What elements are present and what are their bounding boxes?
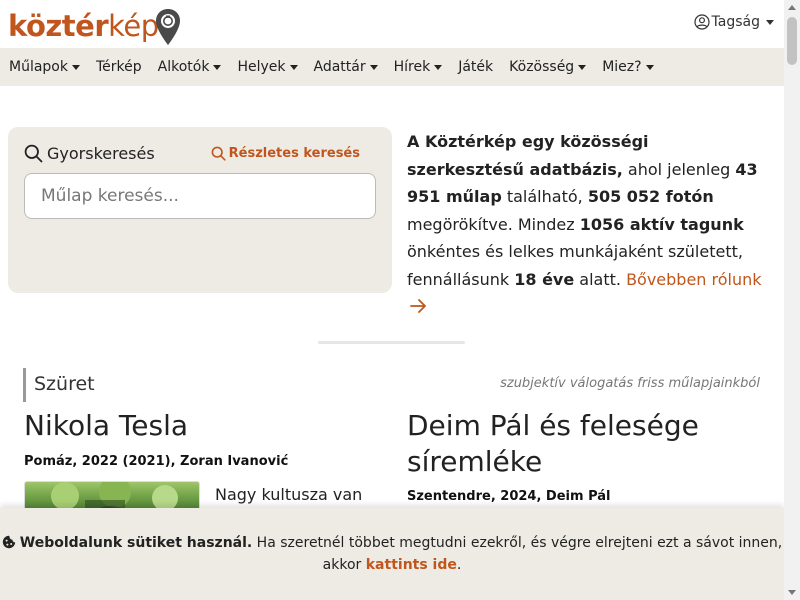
- section-note: szubjektív válogatás friss műlapjainkból: [500, 376, 760, 391]
- chevron-down-icon: [289, 64, 298, 70]
- nav-item-játék[interactable]: Játék: [450, 59, 501, 75]
- years-count: 18 éve: [514, 269, 575, 289]
- card-meta: Pomáz, 2022 (2021), Zoran Ivanović: [24, 454, 289, 469]
- scrollbar-thumb[interactable]: [787, 17, 797, 65]
- logo-text-light: kép: [108, 9, 159, 43]
- search-icon: [24, 144, 43, 163]
- site-logo[interactable]: köztérkép: [8, 8, 159, 44]
- logo-text-bold: köztér: [8, 9, 109, 43]
- nav-item-label: Helyek: [237, 59, 286, 75]
- chevron-down-icon: [645, 64, 654, 70]
- nav-item-helyek[interactable]: Helyek: [229, 59, 305, 75]
- nav-item-miez-[interactable]: Miez?: [594, 59, 661, 75]
- chevron-down-icon: [434, 64, 443, 70]
- chevron-down-icon: [766, 19, 774, 25]
- nav-item-label: Adattár: [313, 59, 366, 75]
- advanced-search-label: Részletes keresés: [228, 146, 360, 161]
- chevron-down-icon: [578, 64, 587, 70]
- cookie-banner: Weboldalunk sütiket használ. Ha szeretné…: [0, 508, 784, 600]
- account-menu[interactable]: Tagság: [693, 14, 774, 30]
- search-input[interactable]: [24, 173, 376, 219]
- intro-text: megörökítve. Mindez: [407, 214, 580, 234]
- cookie-icon: [2, 535, 15, 549]
- user-circle-icon: [693, 14, 710, 30]
- chevron-down-icon: [213, 64, 222, 70]
- arrow-right-icon: [410, 299, 426, 313]
- main-nav: Műlapok Térkép Alkotók Helyek Adattár Hírek Já…: [0, 48, 784, 86]
- scrollbar[interactable]: [784, 0, 800, 600]
- scroll-up-icon[interactable]: [788, 5, 796, 10]
- nav-item-térkép[interactable]: Térkép: [88, 59, 150, 75]
- intro-text: található,: [501, 187, 588, 206]
- section-title: Szüret: [34, 373, 95, 395]
- nav-item-label: Alkotók: [157, 59, 210, 75]
- quick-search-panel: Gyorskeresés Részletes keresés: [8, 127, 392, 293]
- nav-item-label: Közösség: [509, 59, 575, 75]
- cookie-lead: Weboldalunk sütiket használ.: [19, 535, 253, 551]
- photos-count: 505 052 fotón: [587, 187, 714, 206]
- cookie-accept-link[interactable]: kattints ide: [366, 557, 457, 573]
- site-intro: A Köztérkép egy közösségi szerkesztésű a…: [407, 128, 767, 321]
- card-meta: Szentendre, 2024, Deim Pál: [407, 489, 611, 504]
- nav-item-adattár[interactable]: Adattár: [306, 59, 386, 75]
- scroll-down-icon[interactable]: [788, 590, 796, 595]
- nav-item-közösség[interactable]: Közösség: [501, 59, 594, 75]
- nav-item-label: Műlapok: [9, 59, 68, 75]
- section-accent-bar: [23, 368, 26, 402]
- chevron-down-icon: [369, 64, 378, 70]
- nav-item-műlapok[interactable]: Műlapok: [1, 59, 88, 75]
- cookie-text: Ha szeretnél többet megtudni ezekről, és…: [252, 535, 783, 573]
- divider: [318, 341, 465, 344]
- intro-text: ahol jelenleg: [622, 159, 736, 179]
- card-excerpt: Nagy kultusza van: [215, 485, 363, 504]
- members-count: 1056 aktív tagunk: [579, 214, 744, 234]
- map-pin-icon: [156, 9, 180, 45]
- nav-item-alkotók[interactable]: Alkotók: [150, 59, 230, 75]
- intro-text: alatt.: [574, 269, 627, 289]
- chevron-down-icon: [71, 64, 80, 70]
- account-label: Tagság: [711, 14, 760, 30]
- nav-item-label: Térkép: [95, 59, 142, 75]
- nav-item-label: Miez?: [602, 59, 642, 75]
- quick-search-label: Gyorskeresés: [47, 144, 155, 163]
- quick-search-title: Gyorskeresés: [24, 144, 155, 163]
- site-header: köztérkép Tagság: [0, 0, 784, 48]
- nav-item-label: Játék: [458, 59, 494, 75]
- nav-item-label: Hírek: [393, 59, 431, 75]
- advanced-search-link[interactable]: Részletes keresés: [211, 146, 360, 161]
- card-title[interactable]: Deim Pál és felesége síremléke: [407, 408, 747, 480]
- nav-item-hírek[interactable]: Hírek: [386, 59, 451, 75]
- about-us-label: Bővebben rólunk: [626, 269, 762, 289]
- card-title[interactable]: Nikola Tesla: [24, 408, 188, 444]
- search-icon: [211, 146, 226, 161]
- cookie-text-end: .: [456, 557, 462, 573]
- intro-lead: A Köztérkép egy közösségi szerkesztésű a…: [407, 132, 649, 179]
